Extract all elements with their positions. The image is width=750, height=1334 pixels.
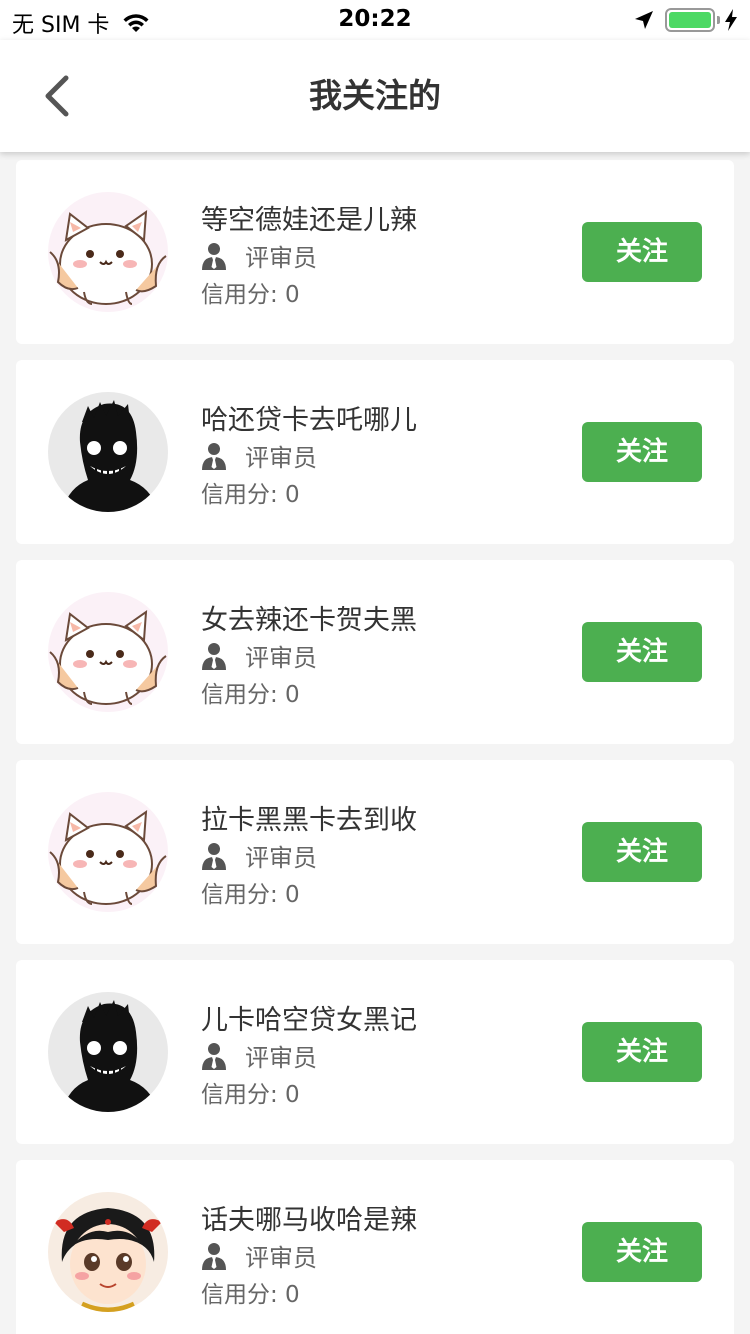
role-label: 评审员 bbox=[245, 844, 317, 872]
user-name: 哈还贷卡去吒哪儿 bbox=[201, 405, 417, 436]
avatar[interactable] bbox=[48, 592, 168, 712]
role-row: 评审员 bbox=[201, 438, 317, 473]
follow-button[interactable]: 关注 bbox=[582, 1222, 702, 1282]
battery-fill bbox=[669, 12, 711, 28]
credit-score: 信用分: 0 bbox=[201, 882, 300, 908]
follow-button[interactable]: 关注 bbox=[582, 422, 702, 482]
chevron-left-icon bbox=[45, 75, 69, 117]
follow-button[interactable]: 关注 bbox=[582, 822, 702, 882]
role-row: 评审员 bbox=[201, 238, 317, 273]
page-title: 我关注的 bbox=[309, 76, 441, 115]
list-item[interactable]: 话夫哪马收哈是辣 评审员信用分: 0 关注 bbox=[16, 1160, 734, 1334]
credit-score: 信用分: 0 bbox=[201, 482, 300, 508]
battery-icon bbox=[665, 8, 715, 32]
status-right bbox=[633, 8, 738, 32]
user-name: 话夫哪马收哈是辣 bbox=[201, 1205, 417, 1236]
person-icon bbox=[201, 1042, 227, 1070]
list-item[interactable]: 拉卡黑黑卡去到收 评审员信用分: 0 关注 bbox=[16, 760, 734, 944]
person-icon bbox=[201, 642, 227, 670]
avatar[interactable] bbox=[48, 192, 168, 312]
location-icon bbox=[635, 11, 653, 29]
nav-bar: 我关注的 bbox=[0, 40, 750, 152]
avatar[interactable] bbox=[48, 392, 168, 512]
battery-tip bbox=[717, 16, 720, 24]
credit-score: 信用分: 0 bbox=[201, 1282, 300, 1308]
credit-score: 信用分: 0 bbox=[201, 282, 300, 308]
credit-score: 信用分: 0 bbox=[201, 1082, 300, 1108]
avatar[interactable] bbox=[48, 792, 168, 912]
credit-score: 信用分: 0 bbox=[201, 682, 300, 708]
role-label: 评审员 bbox=[245, 1244, 317, 1272]
follow-button[interactable]: 关注 bbox=[582, 222, 702, 282]
user-name: 拉卡黑黑卡去到收 bbox=[201, 805, 417, 836]
role-row: 评审员 bbox=[201, 1238, 317, 1273]
list-item[interactable]: 哈还贷卡去吒哪儿 评审员信用分: 0 关注 bbox=[16, 360, 734, 544]
user-name: 女去辣还卡贺夫黑 bbox=[201, 605, 417, 636]
follow-button[interactable]: 关注 bbox=[582, 1022, 702, 1082]
back-button[interactable] bbox=[30, 68, 84, 124]
user-name: 等空德娃还是儿辣 bbox=[201, 205, 417, 236]
charging-icon bbox=[725, 9, 737, 31]
role-row: 评审员 bbox=[201, 1038, 317, 1073]
follow-button[interactable]: 关注 bbox=[582, 622, 702, 682]
person-icon bbox=[201, 842, 227, 870]
role-label: 评审员 bbox=[245, 1044, 317, 1072]
status-bar: 无 SIM 卡 20:22 bbox=[0, 0, 750, 40]
role-row: 评审员 bbox=[201, 638, 317, 673]
list-item[interactable]: 儿卡哈空贷女黑记 评审员信用分: 0 关注 bbox=[16, 960, 734, 1144]
list-item[interactable]: 女去辣还卡贺夫黑 评审员信用分: 0 关注 bbox=[16, 560, 734, 744]
avatar[interactable] bbox=[48, 992, 168, 1112]
avatar[interactable] bbox=[48, 1192, 168, 1312]
role-label: 评审员 bbox=[245, 644, 317, 672]
role-row: 评审员 bbox=[201, 838, 317, 873]
followed-user-list: 等空德娃还是儿辣 评审员 信用分: 0 关注 哈还贷卡去吒哪儿 评审员 信用分: 0关… bbox=[16, 160, 734, 1334]
role-label: 评审员 bbox=[245, 444, 317, 472]
list-item[interactable]: 等空德娃还是儿辣 评审员信用分: 0 关注 bbox=[16, 160, 734, 344]
person-icon bbox=[201, 242, 227, 270]
person-icon bbox=[201, 1242, 227, 1270]
user-name: 儿卡哈空贷女黑记 bbox=[201, 1005, 417, 1036]
role-label: 评审员 bbox=[245, 244, 317, 272]
person-icon bbox=[201, 442, 227, 470]
